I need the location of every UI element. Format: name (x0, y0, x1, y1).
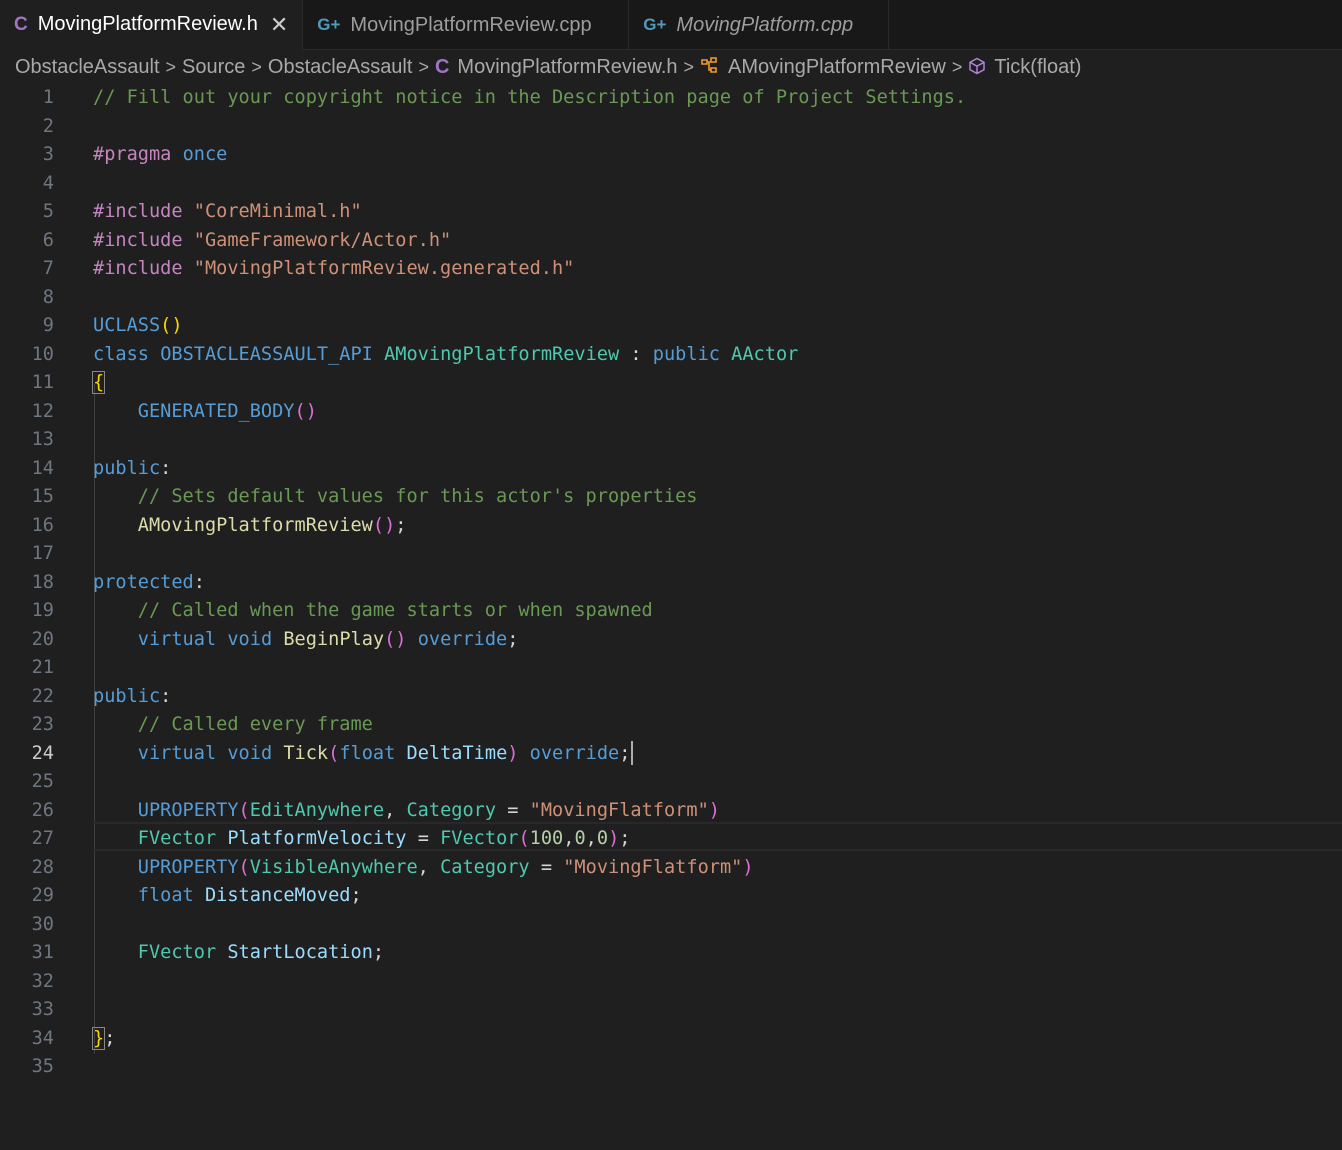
line-number: 9 (42, 315, 54, 336)
code-line: UPROPERTY(EditAnywhere, Category = "Movi… (137, 799, 720, 821)
breadcrumb-item-file[interactable]: MovingPlatformReview.h (457, 56, 677, 79)
tab-label: MovingPlatform.cpp (676, 13, 854, 36)
code-line-current: virtual void Tick(float DeltaTime) overr… (93, 740, 634, 769)
line-number: 28 (31, 856, 54, 878)
code-editor[interactable]: 1 // Fill out your copyright notice in th… (0, 84, 1342, 1150)
line-number: 17 (31, 543, 54, 564)
code-line: class OBSTACLEASSAULT_API AMovingPlatfor… (93, 343, 799, 365)
line-number: 32 (31, 970, 54, 992)
chevron-right-icon: > (951, 56, 963, 77)
text-cursor (631, 741, 634, 765)
breadcrumb-item-method[interactable]: Tick(float) (994, 56, 1081, 79)
code-line: { (91, 371, 106, 394)
line-number: 5 (42, 201, 54, 222)
line-number: 13 (31, 429, 54, 450)
breadcrumb-item-class[interactable]: AMovingPlatformReview (728, 56, 946, 79)
code-line: public: (93, 685, 172, 707)
line-number: 14 (31, 457, 54, 479)
tab-moving-platform-review-h[interactable]: C MovingPlatformReview.h ✕ (0, 0, 304, 50)
code-line: UPROPERTY(VisibleAnywhere, Category = "M… (137, 856, 754, 878)
line-number: 21 (31, 657, 54, 678)
code-line: #include "CoreMinimal.h" (93, 201, 362, 222)
breadcrumb-item-obstacleassault[interactable]: ObstacleAssault (15, 56, 160, 79)
chevron-right-icon: > (683, 56, 695, 77)
line-number: 18 (31, 571, 54, 593)
line-number: 34 (31, 1027, 54, 1049)
tab-moving-platform-review-cpp[interactable]: G+ MovingPlatformReview.cpp (303, 0, 630, 50)
line-number: 2 (42, 115, 54, 137)
chevron-right-icon: > (251, 56, 262, 77)
line-number: 22 (31, 685, 54, 707)
line-number: 10 (31, 343, 54, 365)
code-line: public: (93, 457, 172, 479)
code-line: GENERATED_BODY() (137, 400, 317, 422)
code-line: // Called every frame (137, 714, 373, 735)
line-number: 31 (31, 942, 54, 963)
line-number: 25 (31, 771, 54, 792)
tab-label: MovingPlatformReview.cpp (350, 13, 592, 36)
code-line: // Sets default values for this actor's … (137, 486, 698, 507)
c-header-file-icon: C (14, 13, 28, 35)
breadcrumb-item-obstacleassault-folder[interactable]: ObstacleAssault (268, 56, 413, 79)
close-icon[interactable]: ✕ (270, 13, 288, 36)
code-line: #include "GameFramework/Actor.h" (93, 229, 452, 251)
code-line: FVector PlatformVelocity = FVector(100,0… (137, 828, 631, 849)
line-number: 26 (31, 799, 54, 821)
line-number: 15 (31, 486, 54, 507)
tab-label: MovingPlatformReview.h (37, 13, 258, 35)
line-number: 33 (31, 999, 54, 1020)
tab-moving-platform-cpp[interactable]: G+ MovingPlatform.cpp (629, 0, 890, 50)
cpp-file-icon: G+ (317, 15, 341, 34)
code-line: UCLASS() (93, 315, 183, 336)
method-cube-icon (968, 56, 986, 79)
line-number: 20 (31, 628, 54, 650)
code-line: }; (91, 1026, 116, 1050)
code-line: protected: (93, 571, 205, 593)
line-number: 12 (31, 400, 54, 422)
line-number: 4 (42, 172, 54, 194)
line-number: 19 (31, 600, 54, 621)
code-line: virtual void BeginPlay() override; (137, 628, 519, 650)
line-number: 16 (31, 514, 54, 536)
line-number: 23 (31, 714, 54, 735)
line-number: 6 (42, 229, 54, 251)
line-number: 3 (42, 144, 54, 165)
code-line: FVector StartLocation; (137, 942, 385, 963)
code-line: #include "MovingPlatformReview.generated… (93, 258, 575, 279)
line-number: 1 (42, 87, 54, 108)
chevron-right-icon: > (418, 56, 429, 77)
line-number: 29 (31, 885, 54, 906)
code-line: // Called when the game starts or when s… (137, 600, 653, 621)
cpp-file-icon: G+ (643, 15, 667, 34)
breadcrumb-item-source[interactable]: Source (182, 56, 245, 79)
line-number: 30 (31, 913, 54, 935)
class-icon (700, 56, 720, 79)
line-number-current: 24 (31, 742, 54, 764)
line-number: 27 (31, 828, 54, 849)
editor-tab-bar: C MovingPlatformReview.h ✕ G+ MovingPlat… (0, 0, 1342, 50)
code-line: AMovingPlatformReview(); (137, 514, 407, 536)
line-number: 35 (31, 1056, 54, 1077)
breadcrumb: ObstacleAssault > Source > ObstacleAssau… (0, 50, 1342, 84)
line-number: 8 (42, 286, 54, 308)
code-line: // Fill out your copyright notice in the… (93, 87, 967, 108)
chevron-right-icon: > (165, 56, 177, 77)
line-number: 7 (42, 258, 54, 279)
code-line: float DistanceMoved; (137, 885, 362, 906)
code-line: #pragma once (93, 144, 228, 165)
c-header-file-icon: C (434, 55, 450, 78)
line-number: 11 (31, 372, 54, 393)
